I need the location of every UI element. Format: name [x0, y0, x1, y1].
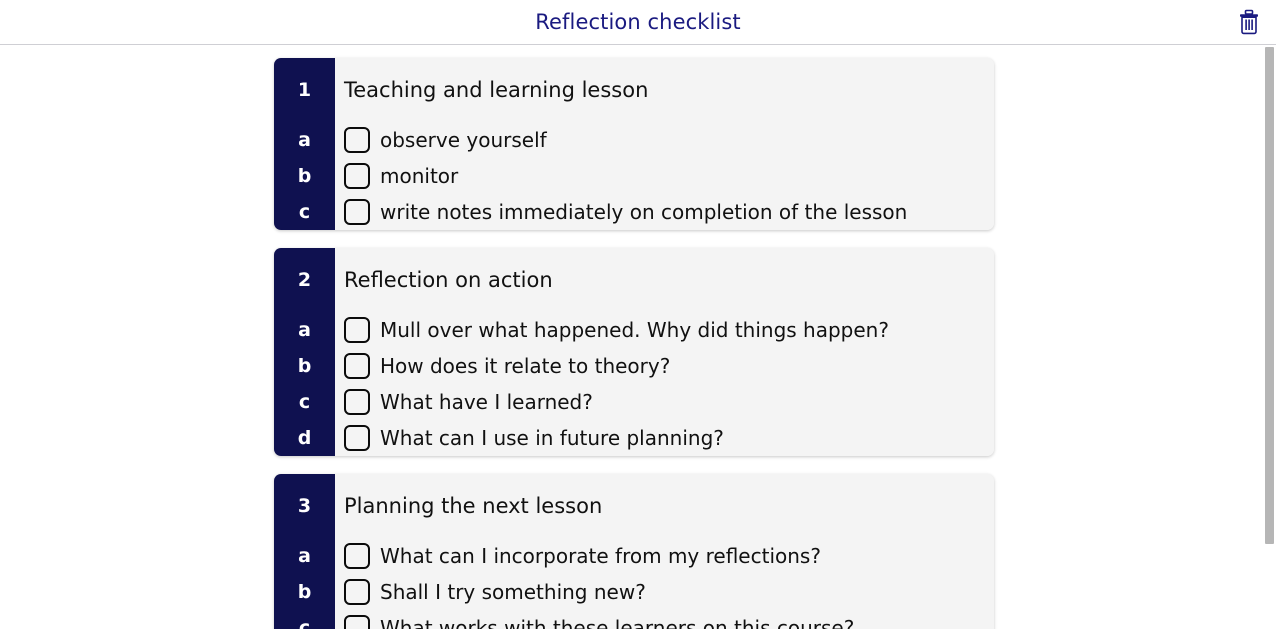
checkbox-1a-label: observe yourself	[380, 128, 547, 152]
checkbox-1a[interactable]	[344, 127, 370, 153]
checkbox-2a[interactable]	[344, 317, 370, 343]
checkbox-2d-label: What can I use in future planning?	[380, 426, 724, 450]
checkbox-2b[interactable]	[344, 353, 370, 379]
section-2-heading: Reflection on action	[344, 267, 553, 292]
section-1-rail: 1 a b c	[274, 58, 335, 230]
section-3-heading: Planning the next lesson	[344, 493, 603, 518]
section-3-body: Planning the next lesson What can I inco…	[335, 474, 994, 629]
section-1-heading: Teaching and learning lesson	[344, 77, 649, 102]
section-2-number: 2	[297, 268, 312, 291]
checkbox-2c-label: What have I learned?	[380, 390, 593, 414]
section-2-item-c[interactable]: What have I learned?	[335, 384, 994, 420]
section-2-item-d-letter: d	[297, 426, 312, 449]
checkbox-2b-label: How does it relate to theory?	[380, 354, 671, 378]
checkbox-1b-label: monitor	[380, 164, 459, 188]
page-title: Reflection checklist	[535, 9, 741, 34]
scrollbar-thumb[interactable]	[1265, 47, 1274, 544]
section-1-item-b-letter: b	[297, 164, 312, 187]
checkbox-2a-label: Mull over what happened. Why did things …	[380, 318, 889, 342]
section-1-item-c-letter: c	[298, 200, 311, 223]
checkbox-3a[interactable]	[344, 543, 370, 569]
section-2-item-a[interactable]: Mull over what happened. Why did things …	[335, 312, 994, 348]
section-1-number: 1	[297, 78, 312, 101]
checklist-section-1: 1 a b c Teaching and learning lesson obs…	[274, 58, 994, 230]
section-2-item-b[interactable]: How does it relate to theory?	[335, 348, 994, 384]
vertical-scrollbar[interactable]	[1263, 45, 1276, 629]
checkbox-1c[interactable]	[344, 199, 370, 225]
checkbox-2d[interactable]	[344, 425, 370, 451]
trash-icon	[1238, 9, 1260, 35]
section-3-rail: 3 a b c	[274, 474, 335, 629]
section-2-item-a-letter: a	[298, 318, 311, 341]
section-1-item-a-letter: a	[298, 128, 311, 151]
section-2-rail: 2 a b c d	[274, 248, 335, 456]
checkbox-1c-label: write notes immediately on completion of…	[380, 200, 908, 224]
checklist-section-3: 3 a b c Planning the next lesson What ca…	[274, 474, 994, 629]
section-1-item-b[interactable]: monitor	[335, 158, 994, 194]
section-3-item-a[interactable]: What can I incorporate from my reflectio…	[335, 538, 994, 574]
app-header: Reflection checklist	[0, 0, 1276, 45]
section-1-item-c[interactable]: write notes immediately on completion of…	[335, 194, 994, 230]
section-2-body: Reflection on action Mull over what happ…	[335, 248, 994, 456]
checkbox-3a-label: What can I incorporate from my reflectio…	[380, 544, 821, 568]
section-2-item-c-letter: c	[298, 390, 311, 413]
checklist-scroll-area: 1 a b c Teaching and learning lesson obs…	[0, 45, 1276, 629]
checkbox-3b-label: Shall I try something new?	[380, 580, 646, 604]
section-2-item-d[interactable]: What can I use in future planning?	[335, 420, 994, 456]
section-1-body: Teaching and learning lesson observe you…	[335, 58, 994, 230]
checklist-sections: 1 a b c Teaching and learning lesson obs…	[0, 45, 1276, 629]
delete-checklist-button[interactable]	[1234, 6, 1264, 38]
section-3-item-c[interactable]: What works with these learners on this c…	[335, 610, 994, 629]
checklist-section-2: 2 a b c d Reflection on action Mull over…	[274, 248, 994, 456]
checkbox-3b[interactable]	[344, 579, 370, 605]
checkbox-1b[interactable]	[344, 163, 370, 189]
section-3-number: 3	[297, 494, 312, 517]
checkbox-2c[interactable]	[344, 389, 370, 415]
section-2-item-b-letter: b	[297, 354, 312, 377]
checkbox-3c-label: What works with these learners on this c…	[380, 616, 855, 629]
section-3-item-a-letter: a	[298, 544, 311, 567]
section-3-item-c-letter: c	[298, 616, 311, 629]
section-3-item-b-letter: b	[297, 580, 312, 603]
checkbox-3c[interactable]	[344, 615, 370, 629]
section-3-item-b[interactable]: Shall I try something new?	[335, 574, 994, 610]
section-1-item-a[interactable]: observe yourself	[335, 122, 994, 158]
